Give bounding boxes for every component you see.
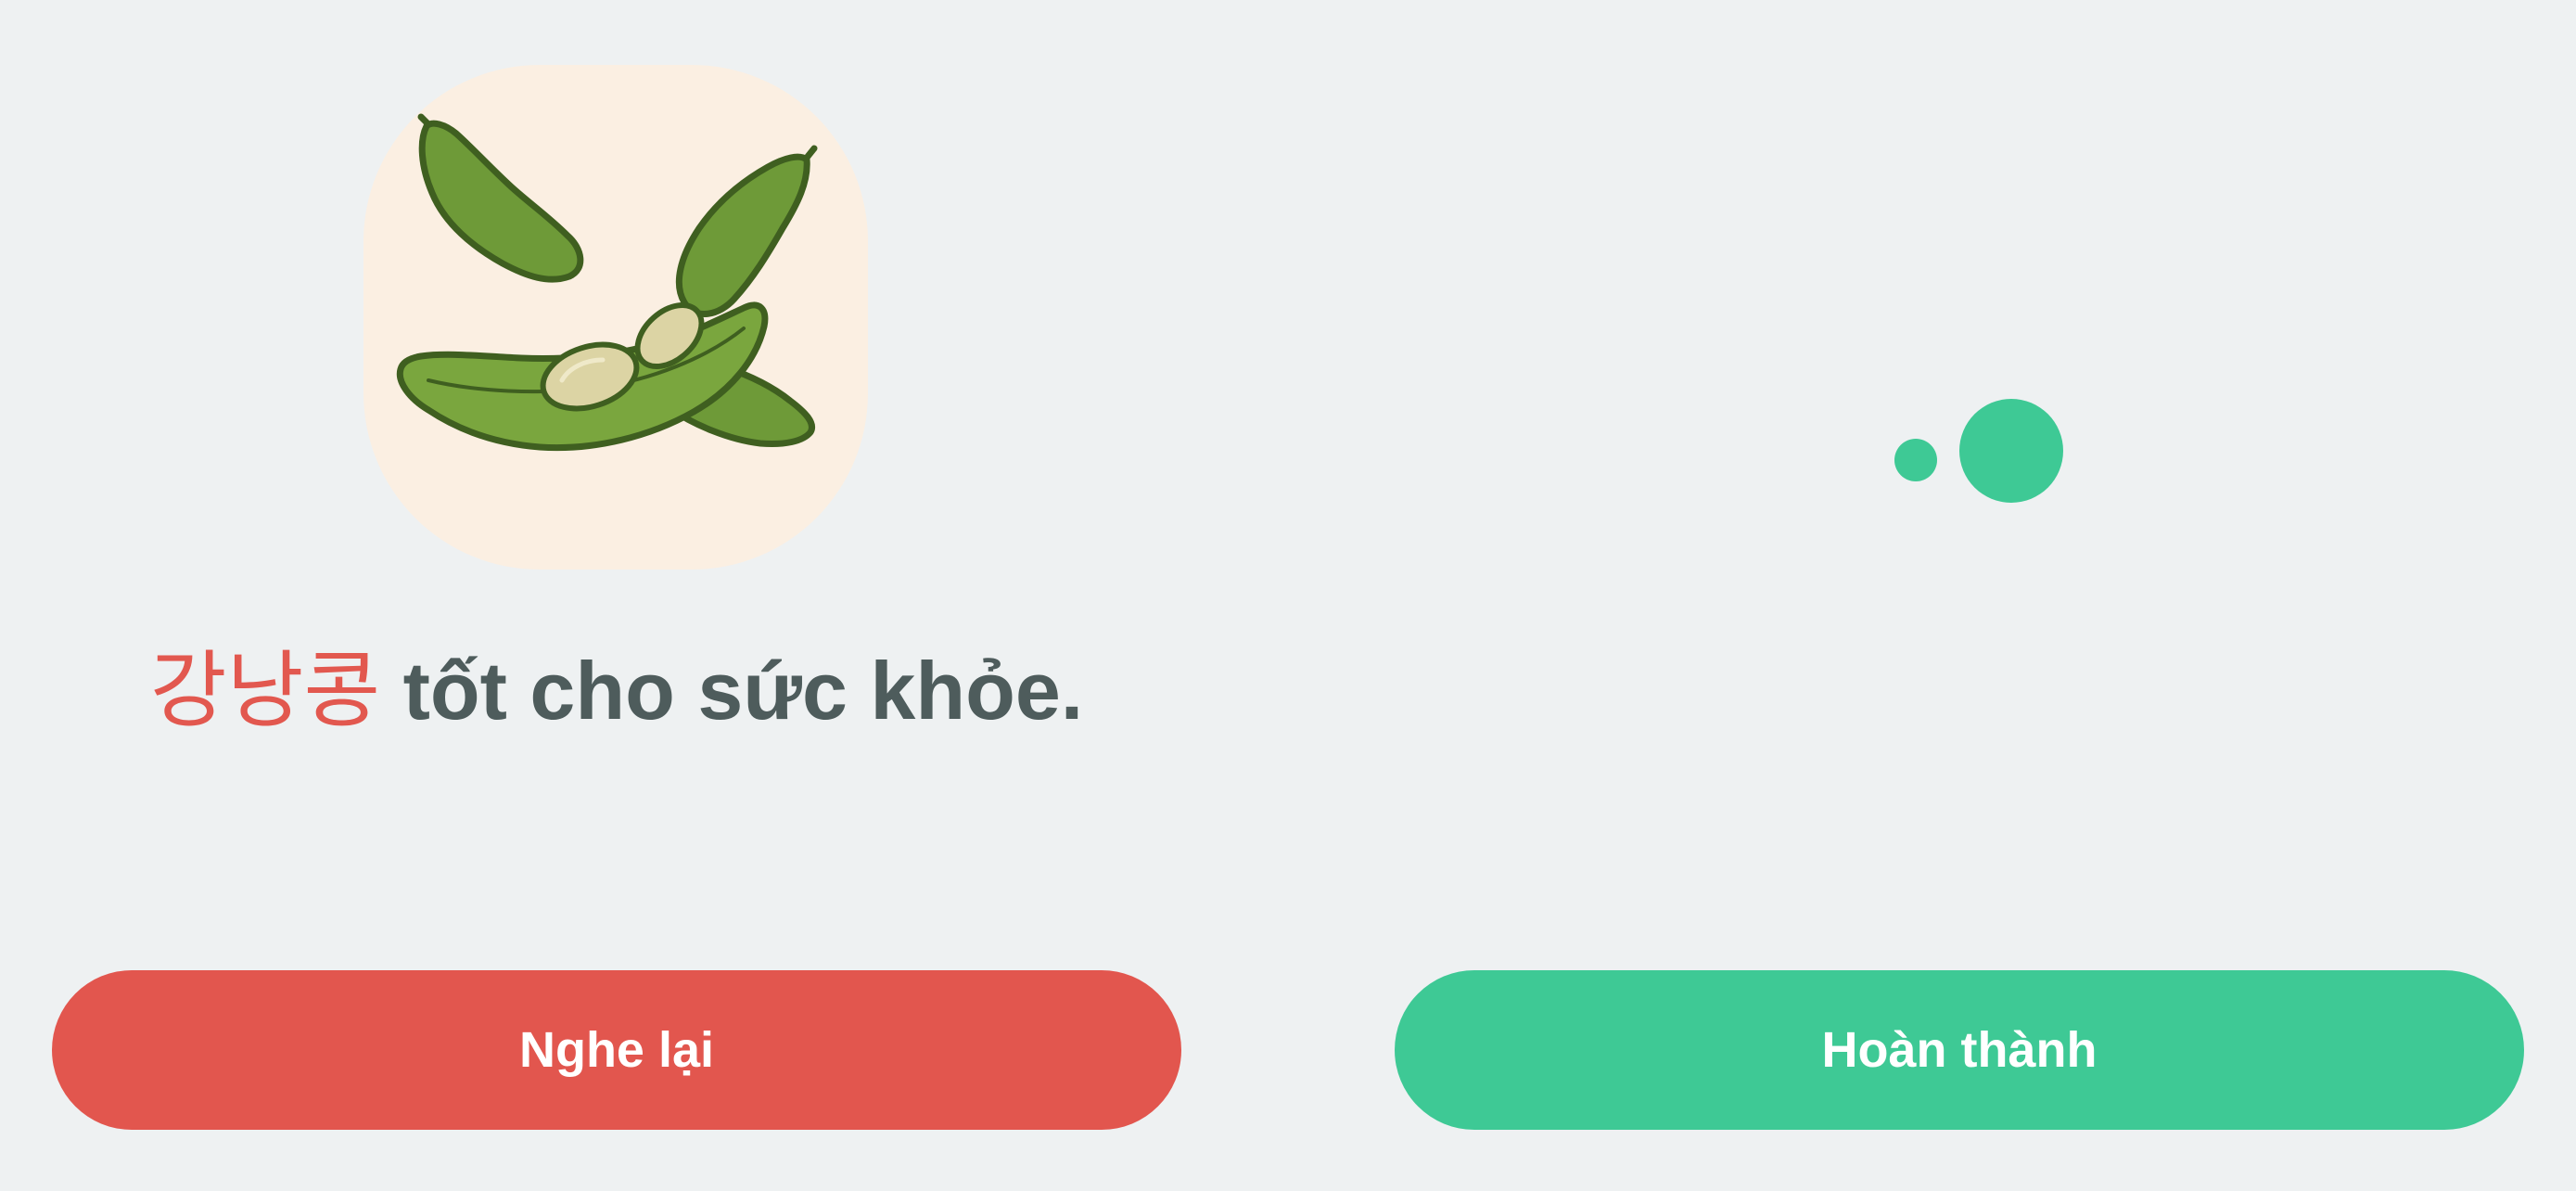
pod-tip-left (417, 113, 432, 128)
screen: 강낭콩 tốt cho sức khỏe. Nghe lại Hoàn thàn… (0, 0, 2576, 1191)
loading-dot-small (1894, 439, 1937, 481)
prompt-sentence: 강낭콩 tốt cho sức khỏe. (0, 631, 1233, 751)
sentence-rest: tốt cho sức khỏe. (380, 645, 1084, 736)
replay-button[interactable]: Nghe lại (52, 970, 1181, 1130)
done-button[interactable]: Hoàn thành (1395, 970, 2524, 1130)
pod-back-left (418, 120, 584, 283)
loading-indicator (1892, 397, 2068, 505)
pod-tip-right (803, 145, 818, 161)
loading-dot-large (1959, 399, 2063, 503)
target-word: 강낭콩 (149, 642, 381, 739)
edamame-image (363, 65, 868, 570)
edamame-illustration (396, 113, 818, 452)
pod-back-right (675, 153, 810, 317)
